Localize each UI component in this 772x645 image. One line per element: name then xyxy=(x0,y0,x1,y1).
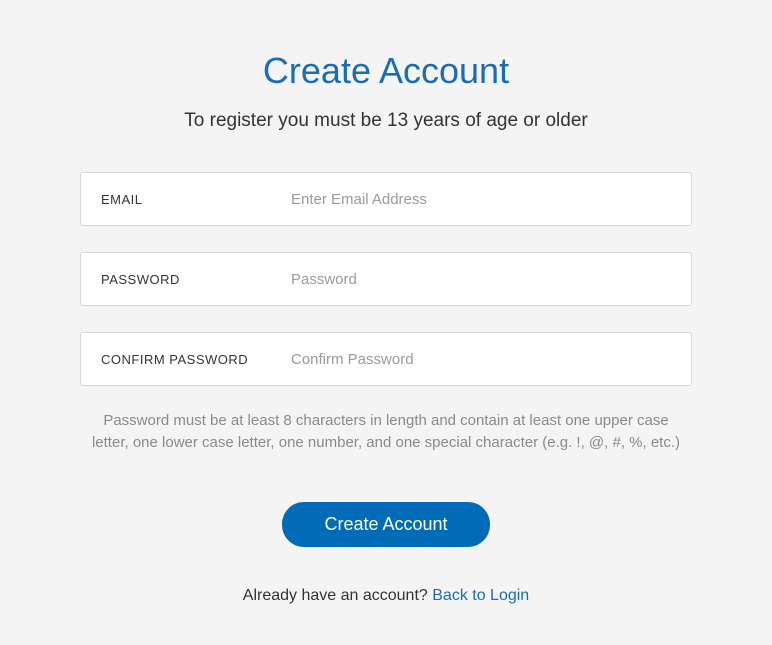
footer-prompt: Already have an account? xyxy=(243,587,432,604)
confirm-password-field-row: CONFIRM PASSWORD xyxy=(80,332,692,386)
password-input[interactable] xyxy=(291,271,671,288)
confirm-password-label: CONFIRM PASSWORD xyxy=(101,352,291,367)
password-field-row: PASSWORD xyxy=(80,252,692,306)
back-to-login-link[interactable]: Back to Login xyxy=(432,587,529,604)
email-input[interactable] xyxy=(291,191,671,208)
email-label: EMAIL xyxy=(101,192,291,207)
footer: Already have an account? Back to Login xyxy=(80,587,692,605)
create-account-button[interactable]: Create Account xyxy=(282,502,489,547)
create-account-form: Create Account To register you must be 1… xyxy=(0,0,772,635)
submit-wrap: Create Account xyxy=(80,502,692,547)
email-field-row: EMAIL xyxy=(80,172,692,226)
page-title: Create Account xyxy=(80,50,692,92)
confirm-password-input[interactable] xyxy=(291,351,671,368)
page-subtitle: To register you must be 13 years of age … xyxy=(80,110,692,132)
password-hint: Password must be at least 8 characters i… xyxy=(80,410,692,454)
password-label: PASSWORD xyxy=(101,272,291,287)
